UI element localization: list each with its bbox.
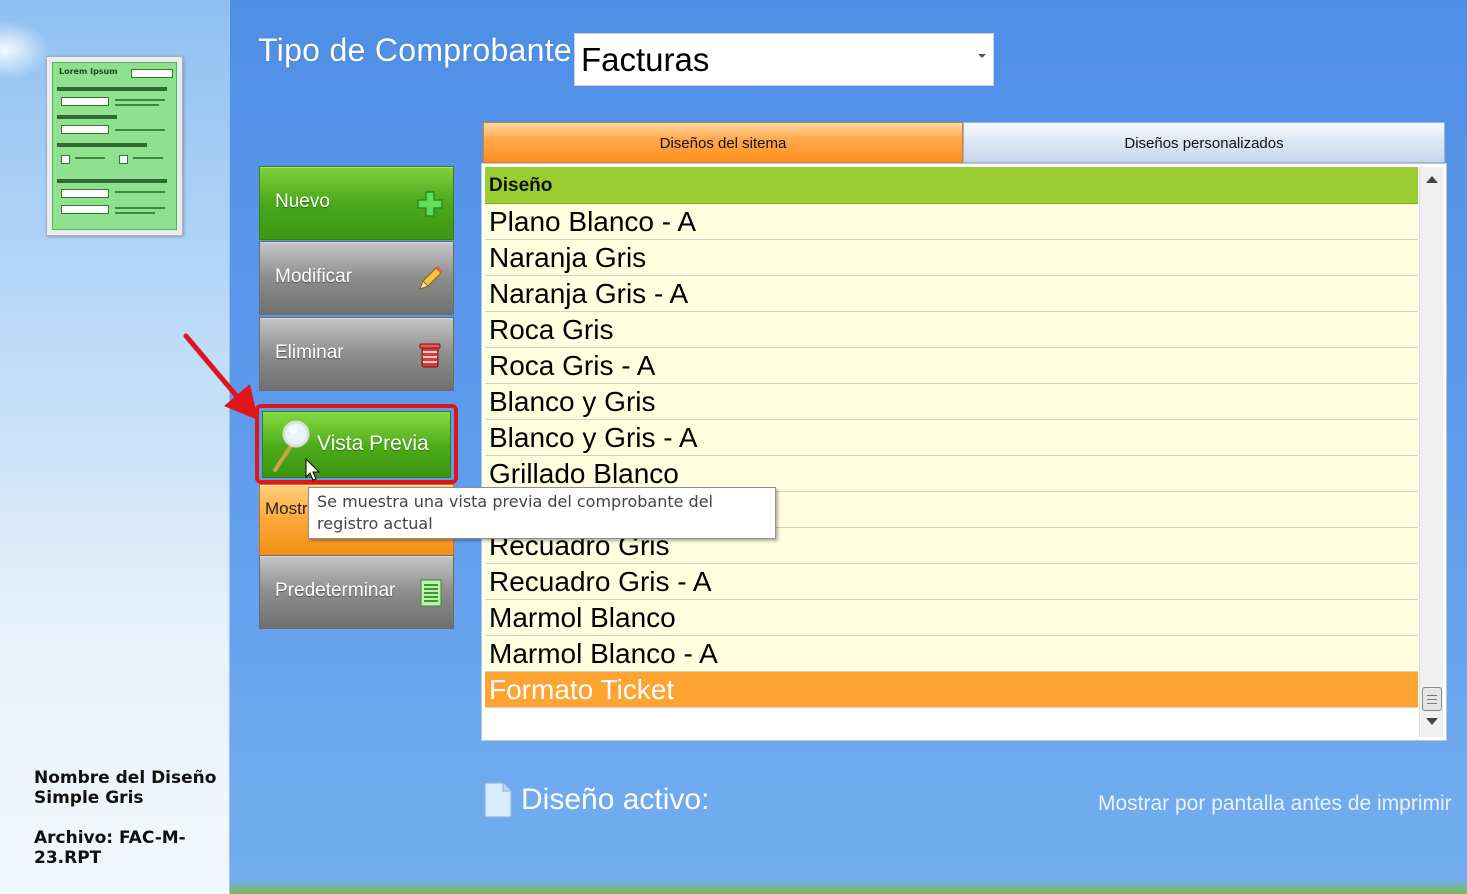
voucher-type-select[interactable]: Facturas <box>574 33 994 86</box>
table-row[interactable]: Naranja Gris - A <box>485 276 1418 312</box>
thumbnail-line <box>133 157 163 159</box>
table-row[interactable]: Recuadro Gris - A <box>485 564 1418 600</box>
scroll-up-icon[interactable] <box>1426 176 1438 183</box>
thumbnail-box <box>61 97 109 106</box>
table-row[interactable]: Blanco y Gris <box>485 384 1418 420</box>
grid-scrollbar[interactable] <box>1419 167 1443 737</box>
trash-icon <box>419 343 441 368</box>
table-row[interactable]: Roca Gris <box>485 312 1418 348</box>
table-row[interactable]: Blanco y Gris - A <box>485 420 1418 456</box>
left-pane: Lorem Ipsum Nombre del Diseño Simple Gri… <box>0 0 230 894</box>
document-icon <box>484 782 512 818</box>
show-before-print-toggle[interactable]: Mostrar por pantalla antes de imprimir <box>1098 792 1452 816</box>
new-button[interactable]: Nuevo <box>259 166 454 240</box>
thumbnail-checkbox <box>119 155 128 164</box>
thumbnail-title: Lorem Ipsum <box>59 67 118 76</box>
preview-button[interactable]: Vista Previa <box>262 411 451 478</box>
document-list-icon <box>420 579 442 607</box>
modify-button[interactable]: Modificar <box>259 241 454 315</box>
thumbnail-line <box>115 212 155 214</box>
thumbnail-line <box>75 157 105 159</box>
thumbnail-bar <box>57 87 167 91</box>
thumbnail-bar <box>57 179 167 183</box>
cloud-decoration <box>0 20 50 80</box>
tab-system-designs[interactable]: Diseños del sitema <box>483 122 963 163</box>
thumbnail-line <box>115 191 165 193</box>
scroll-down-icon[interactable] <box>1426 718 1438 725</box>
thumbnail-box <box>131 69 173 78</box>
mouse-cursor-icon <box>305 458 321 481</box>
grid-column-header[interactable]: Diseño <box>485 167 1418 204</box>
design-tabs: Diseños del sitema Diseños personalizado… <box>483 122 1445 163</box>
plus-icon <box>417 191 443 217</box>
table-row[interactable]: Marmol Blanco <box>485 600 1418 636</box>
chevron-down-icon[interactable] <box>978 54 986 58</box>
active-design-label: Diseño activo: <box>521 783 710 816</box>
voucher-type-label: Tipo de Comprobante: <box>258 32 582 68</box>
thumbnail-line <box>115 207 165 209</box>
thumbnail-preview: Lorem Ipsum <box>52 62 177 230</box>
table-row[interactable]: Plano Blanco - A <box>485 204 1418 240</box>
thumbnail-line <box>115 129 165 131</box>
thumbnail-box <box>61 125 109 134</box>
thumbnail-bar <box>57 115 117 119</box>
grid-rows: Plano Blanco - A Naranja Gris Naranja Gr… <box>485 204 1418 708</box>
thumbnail-line <box>115 104 159 106</box>
red-arrow-annotation <box>183 333 258 420</box>
thumbnail-checkbox <box>61 155 70 164</box>
design-file-label: Archivo: FAC-M-23.RPT <box>34 828 186 868</box>
design-thumbnail: Lorem Ipsum <box>46 56 183 236</box>
modify-button-label: Modificar <box>275 266 353 287</box>
pencil-icon <box>418 266 443 291</box>
table-row[interactable]: Roca Gris - A <box>485 348 1418 384</box>
thumbnail-bar <box>57 143 147 147</box>
table-row[interactable]: Marmol Blanco - A <box>485 636 1418 672</box>
set-default-button[interactable]: Predeterminar <box>259 555 454 629</box>
table-row-selected[interactable]: Formato Ticket <box>485 672 1418 708</box>
tab-custom-designs[interactable]: Diseños personalizados <box>963 122 1445 163</box>
voucher-type-value: Facturas <box>581 41 710 78</box>
preview-button-label: Vista Previa <box>317 432 429 455</box>
delete-button[interactable]: Eliminar <box>259 317 454 391</box>
thumbnail-line <box>115 99 165 101</box>
thumbnail-box <box>61 205 109 214</box>
scroll-thumb[interactable] <box>1422 687 1442 711</box>
table-row[interactable]: Naranja Gris <box>485 240 1418 276</box>
designs-grid: Diseño Plano Blanco - A Naranja Gris Nar… <box>481 163 1447 741</box>
new-button-label: Nuevo <box>275 191 330 212</box>
preview-tooltip: Se muestra una vista previa del comproba… <box>308 487 776 539</box>
set-default-button-label: Predeterminar <box>275 580 396 601</box>
thumbnail-box <box>61 189 109 198</box>
design-name-label: Nombre del Diseño Simple Gris <box>34 768 217 808</box>
grass-decoration <box>230 880 1467 894</box>
column-header-label: Diseño <box>489 175 553 196</box>
delete-button-label: Eliminar <box>275 342 344 363</box>
